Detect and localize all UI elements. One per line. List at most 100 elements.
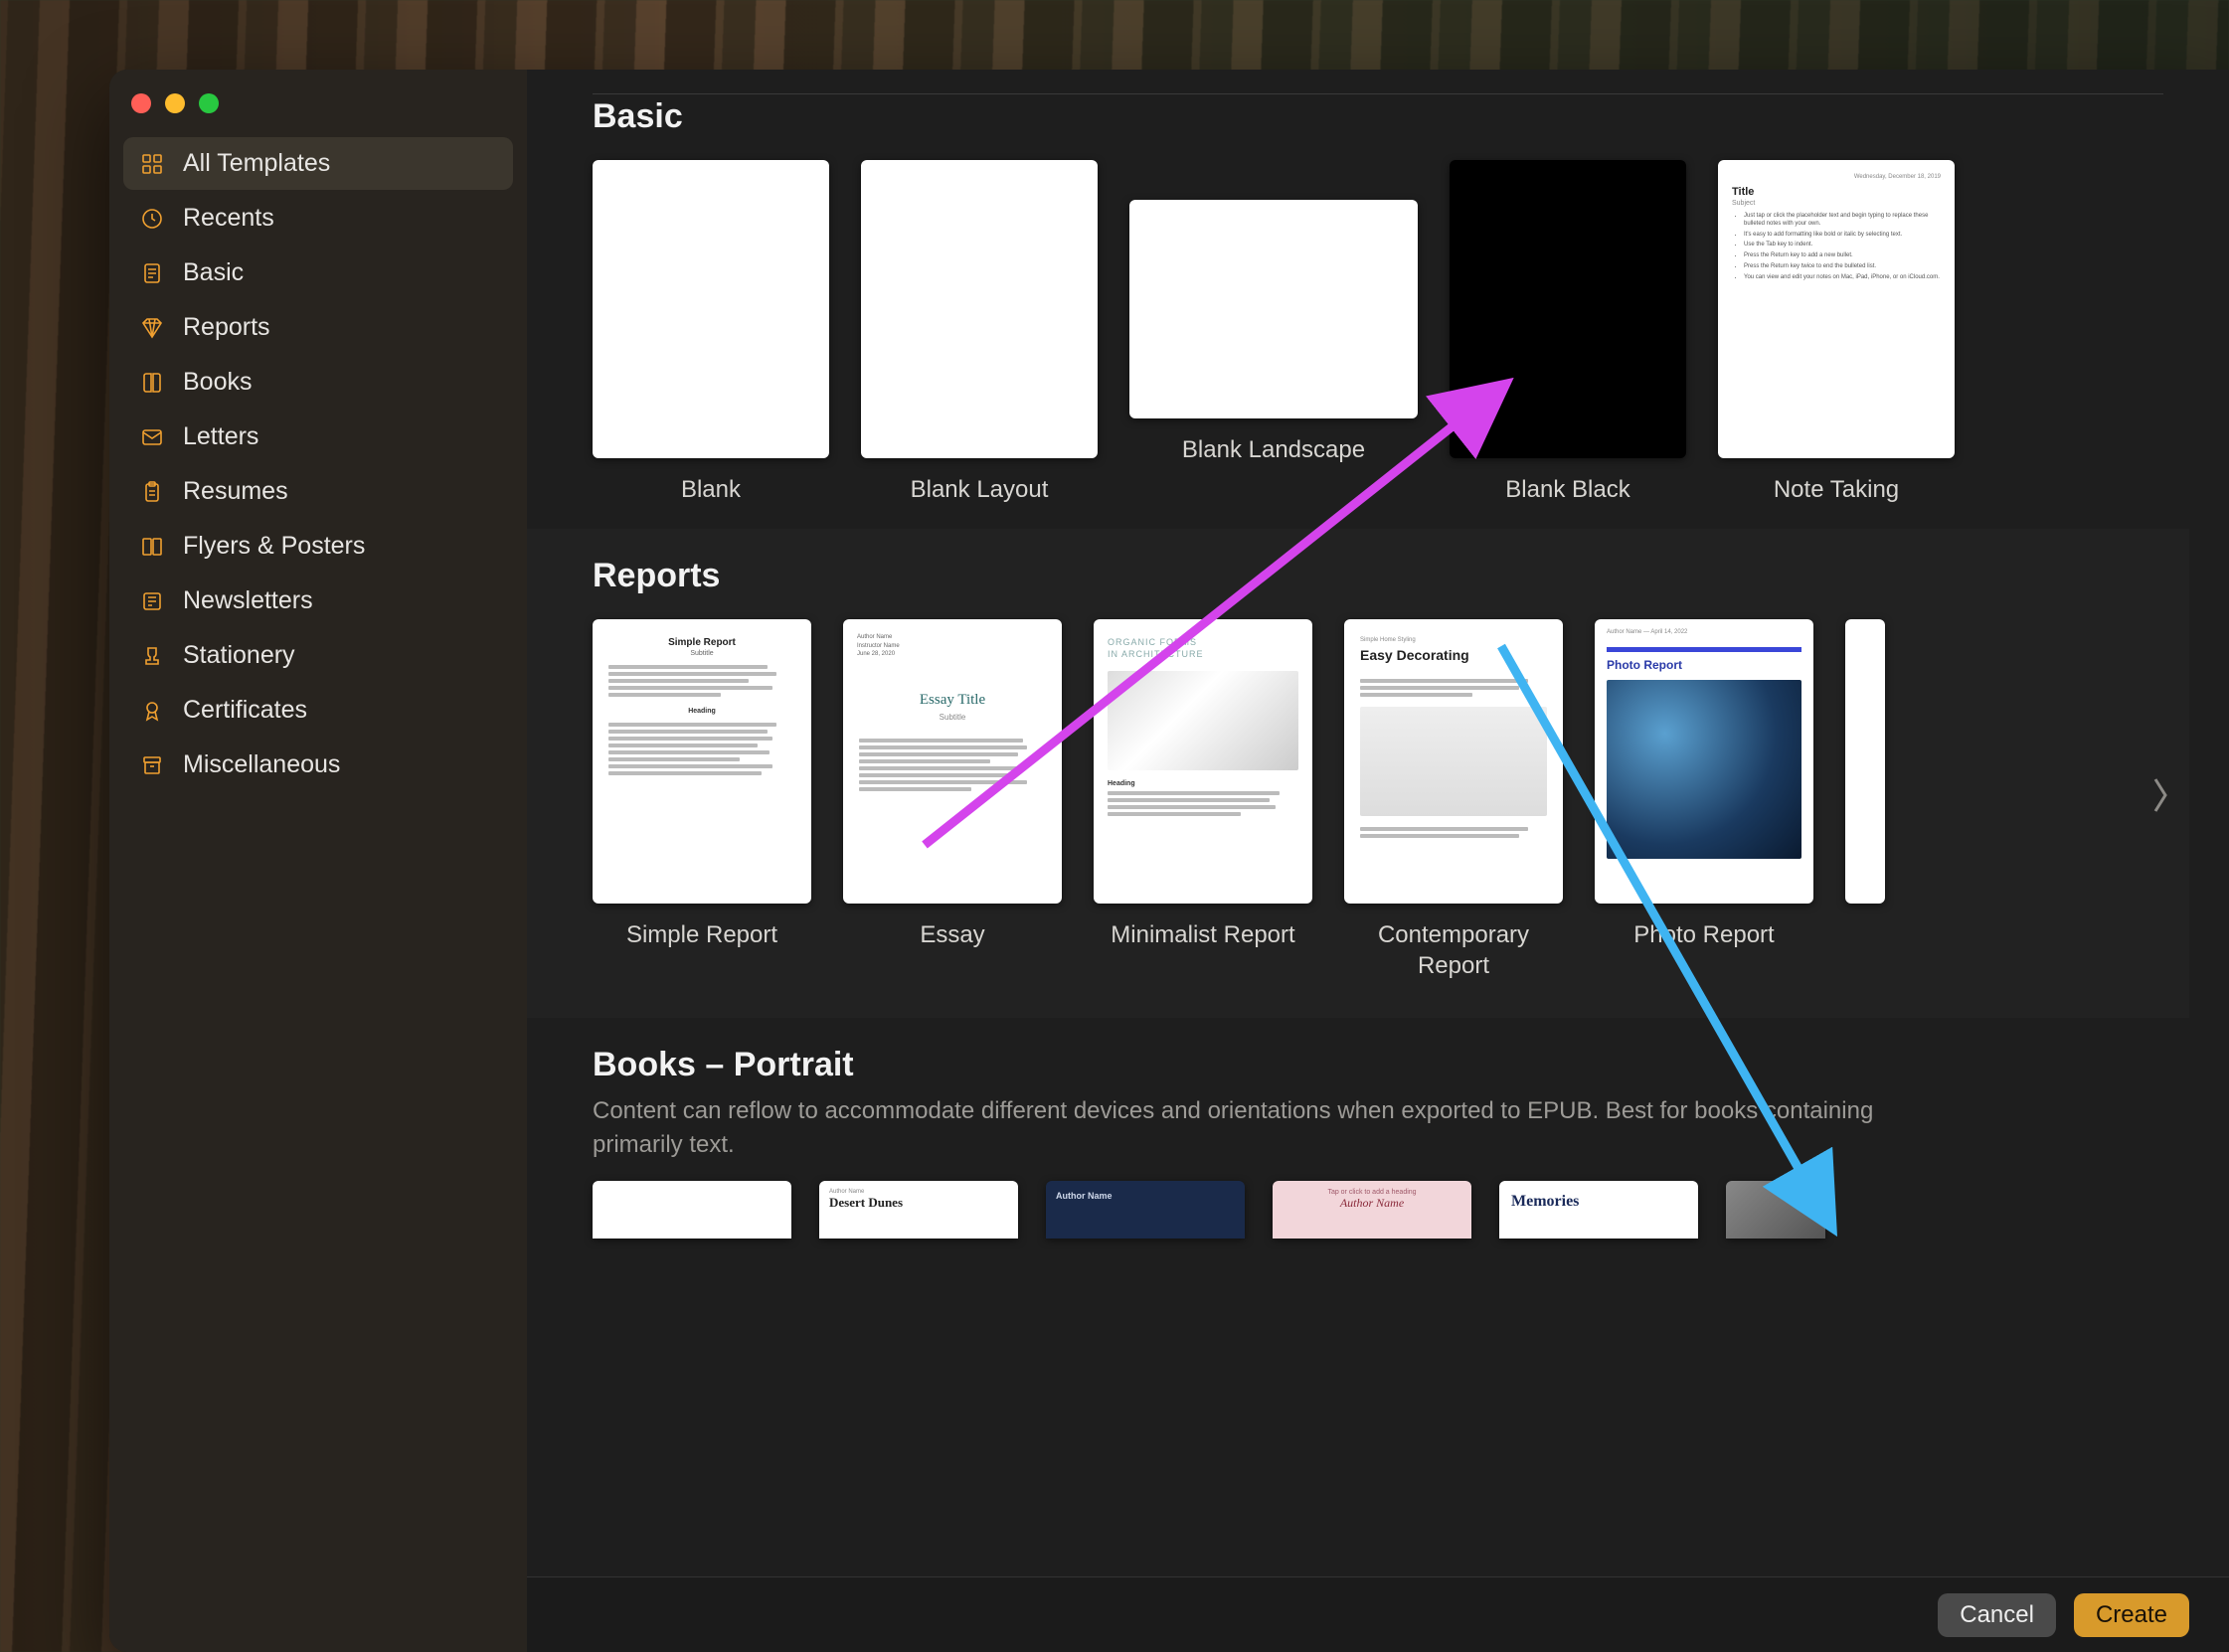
- sidebar-item-stationery[interactable]: Stationery: [123, 629, 513, 682]
- stamp-icon: [139, 643, 165, 669]
- template-thumbnail: [593, 160, 829, 458]
- mock-title: Simple Report: [608, 637, 795, 648]
- sidebar-item-reports[interactable]: Reports: [123, 301, 513, 354]
- clock-icon: [139, 206, 165, 232]
- template-book-memories[interactable]: Memories: [1499, 1181, 1698, 1239]
- template-photo-report[interactable]: Author Name — April 14, 2022 Photo Repor…: [1595, 619, 1813, 950]
- mock-tag: ORGANIC FORMS: [1108, 637, 1298, 649]
- template-chooser-window: All Templates Recents Basic Reports: [109, 70, 2229, 1652]
- section-title: Basic: [593, 97, 2189, 136]
- sidebar-item-flyers-posters[interactable]: Flyers & Posters: [123, 520, 513, 573]
- template-book-heading[interactable]: Tap or click to add a heading Author Nam…: [1273, 1181, 1471, 1239]
- sidebar-item-label: Certificates: [183, 696, 307, 725]
- template-book-blank[interactable]: [593, 1181, 791, 1239]
- sidebar-item-label: Recents: [183, 204, 274, 233]
- mock-byline: Author Name — April 14, 2022: [1595, 619, 1813, 635]
- sidebar-item-label: Letters: [183, 422, 258, 451]
- mock-title: Desert Dunes: [829, 1195, 1008, 1211]
- template-book-desert-dunes[interactable]: Author Name Desert Dunes: [819, 1181, 1018, 1239]
- template-blank[interactable]: Blank: [593, 160, 829, 505]
- template-note-taking[interactable]: Wednesday, December 18, 2019 Title Subje…: [1718, 160, 1955, 505]
- sidebar-item-newsletters[interactable]: Newsletters: [123, 575, 513, 627]
- sidebar-item-books[interactable]: Books: [123, 356, 513, 409]
- template-thumbnail: [861, 160, 1098, 458]
- close-window-button[interactable]: [131, 93, 151, 113]
- template-minimalist-report[interactable]: ORGANIC FORMS IN ARCHITECTURE Heading Mi…: [1094, 619, 1312, 950]
- template-label: Minimalist Report: [1111, 919, 1294, 950]
- template-thumbnail: [1845, 619, 1885, 904]
- diamond-icon: [139, 315, 165, 341]
- mock-author: Author Name: [1056, 1191, 1235, 1201]
- clipboard-icon: [139, 479, 165, 505]
- template-thumbnail: Wednesday, December 18, 2019 Title Subje…: [1718, 160, 1955, 458]
- template-thumbnail: Simple Home Styling Easy Decorating: [1344, 619, 1563, 904]
- sidebar-item-label: Miscellaneous: [183, 750, 340, 779]
- template-contemporary-report[interactable]: Simple Home Styling Easy Decorating Cont…: [1344, 619, 1563, 981]
- grid-icon: [139, 151, 165, 177]
- template-thumbnail: Simple Report Subtitle Heading: [593, 619, 811, 904]
- template-blank-layout[interactable]: Blank Layout: [861, 160, 1098, 505]
- mock-title: Memories: [1511, 1193, 1686, 1211]
- mock-title: Essay Title: [843, 692, 1062, 709]
- sidebar-item-recents[interactable]: Recents: [123, 192, 513, 245]
- sidebar-item-label: Resumes: [183, 477, 288, 506]
- mock-date: Wednesday, December 18, 2019: [1732, 174, 1941, 180]
- sidebar-item-certificates[interactable]: Certificates: [123, 684, 513, 737]
- template-thumbnail: Author Name Instructor Name June 28, 202…: [843, 619, 1062, 904]
- sidebar-item-all-templates[interactable]: All Templates: [123, 137, 513, 190]
- template-blank-black[interactable]: Blank Black: [1450, 160, 1686, 505]
- fullscreen-window-button[interactable]: [199, 93, 219, 113]
- template-label: Photo Report: [1633, 919, 1774, 950]
- section-reports: Reports Simple Report Subtitle: [527, 529, 2189, 1017]
- envelope-icon: [139, 424, 165, 450]
- template-book-photo[interactable]: [1726, 1181, 1825, 1239]
- sidebar-item-miscellaneous[interactable]: Miscellaneous: [123, 739, 513, 791]
- main-content: Basic Blank Blank Layout Blank Landscape: [527, 70, 2229, 1652]
- template-row-reports: Simple Report Subtitle Heading Simple: [593, 601, 2189, 989]
- template-label: Contemporary Report: [1344, 919, 1563, 981]
- section-title: Reports: [593, 557, 2189, 595]
- sidebar-item-basic[interactable]: Basic: [123, 247, 513, 299]
- template-thumbnail: ORGANIC FORMS IN ARCHITECTURE Heading: [1094, 619, 1312, 904]
- template-label: Note Taking: [1774, 474, 1899, 505]
- mock-hint: Tap or click to add a heading: [1281, 1189, 1463, 1196]
- sidebar: All Templates Recents Basic Reports: [109, 70, 527, 1652]
- template-book-author-dark[interactable]: Author Name: [1046, 1181, 1245, 1239]
- mock-bullets: Just tap or click the placeholder text a…: [1744, 213, 1941, 282]
- sidebar-item-letters[interactable]: Letters: [123, 411, 513, 463]
- mock-heading: Heading: [608, 708, 795, 715]
- template-thumbnail: Memories: [1499, 1181, 1698, 1239]
- template-blank-landscape[interactable]: Blank Landscape: [1129, 160, 1418, 465]
- archive-icon: [139, 752, 165, 778]
- template-label: Blank Landscape: [1182, 434, 1365, 465]
- template-row-books: Author Name Desert Dunes Author Name Tap…: [593, 1163, 2189, 1246]
- template-thumbnail: Author Name: [1046, 1181, 1245, 1239]
- sidebar-item-resumes[interactable]: Resumes: [123, 465, 513, 518]
- template-essay[interactable]: Author Name Instructor Name June 28, 202…: [843, 619, 1062, 950]
- mock-instructor: Instructor Name: [857, 642, 1048, 650]
- template-scroll-area[interactable]: Basic Blank Blank Layout Blank Landscape: [527, 70, 2229, 1576]
- book-icon: [139, 370, 165, 396]
- template-overflow[interactable]: [1845, 619, 1885, 904]
- mock-title: Title: [1732, 186, 1941, 198]
- mock-title: Photo Report: [1607, 658, 1801, 672]
- news-icon: [139, 588, 165, 614]
- template-label: Blank: [681, 474, 741, 505]
- minimize-window-button[interactable]: [165, 93, 185, 113]
- template-simple-report[interactable]: Simple Report Subtitle Heading Simple: [593, 619, 811, 950]
- mock-heading: Heading: [1108, 780, 1298, 787]
- template-row-basic: Blank Blank Layout Blank Landscape Blank…: [593, 142, 2189, 513]
- template-thumbnail: [1450, 160, 1686, 458]
- sidebar-item-label: Stationery: [183, 641, 295, 670]
- mock-subtitle: Subtitle: [608, 650, 795, 657]
- cancel-button[interactable]: Cancel: [1938, 1593, 2056, 1637]
- template-thumbnail: Author Name Desert Dunes: [819, 1181, 1018, 1239]
- mock-author: Author Name: [1281, 1196, 1463, 1211]
- create-button[interactable]: Create: [2074, 1593, 2189, 1637]
- mock-title: Easy Decorating: [1360, 647, 1547, 663]
- mock-tag: IN ARCHITECTURE: [1108, 649, 1298, 661]
- scroll-right-button[interactable]: [2140, 760, 2179, 830]
- poster-icon: [139, 534, 165, 560]
- section-books-portrait: Books – Portrait Content can reflow to a…: [527, 1018, 2189, 1247]
- sidebar-item-label: Books: [183, 368, 252, 397]
